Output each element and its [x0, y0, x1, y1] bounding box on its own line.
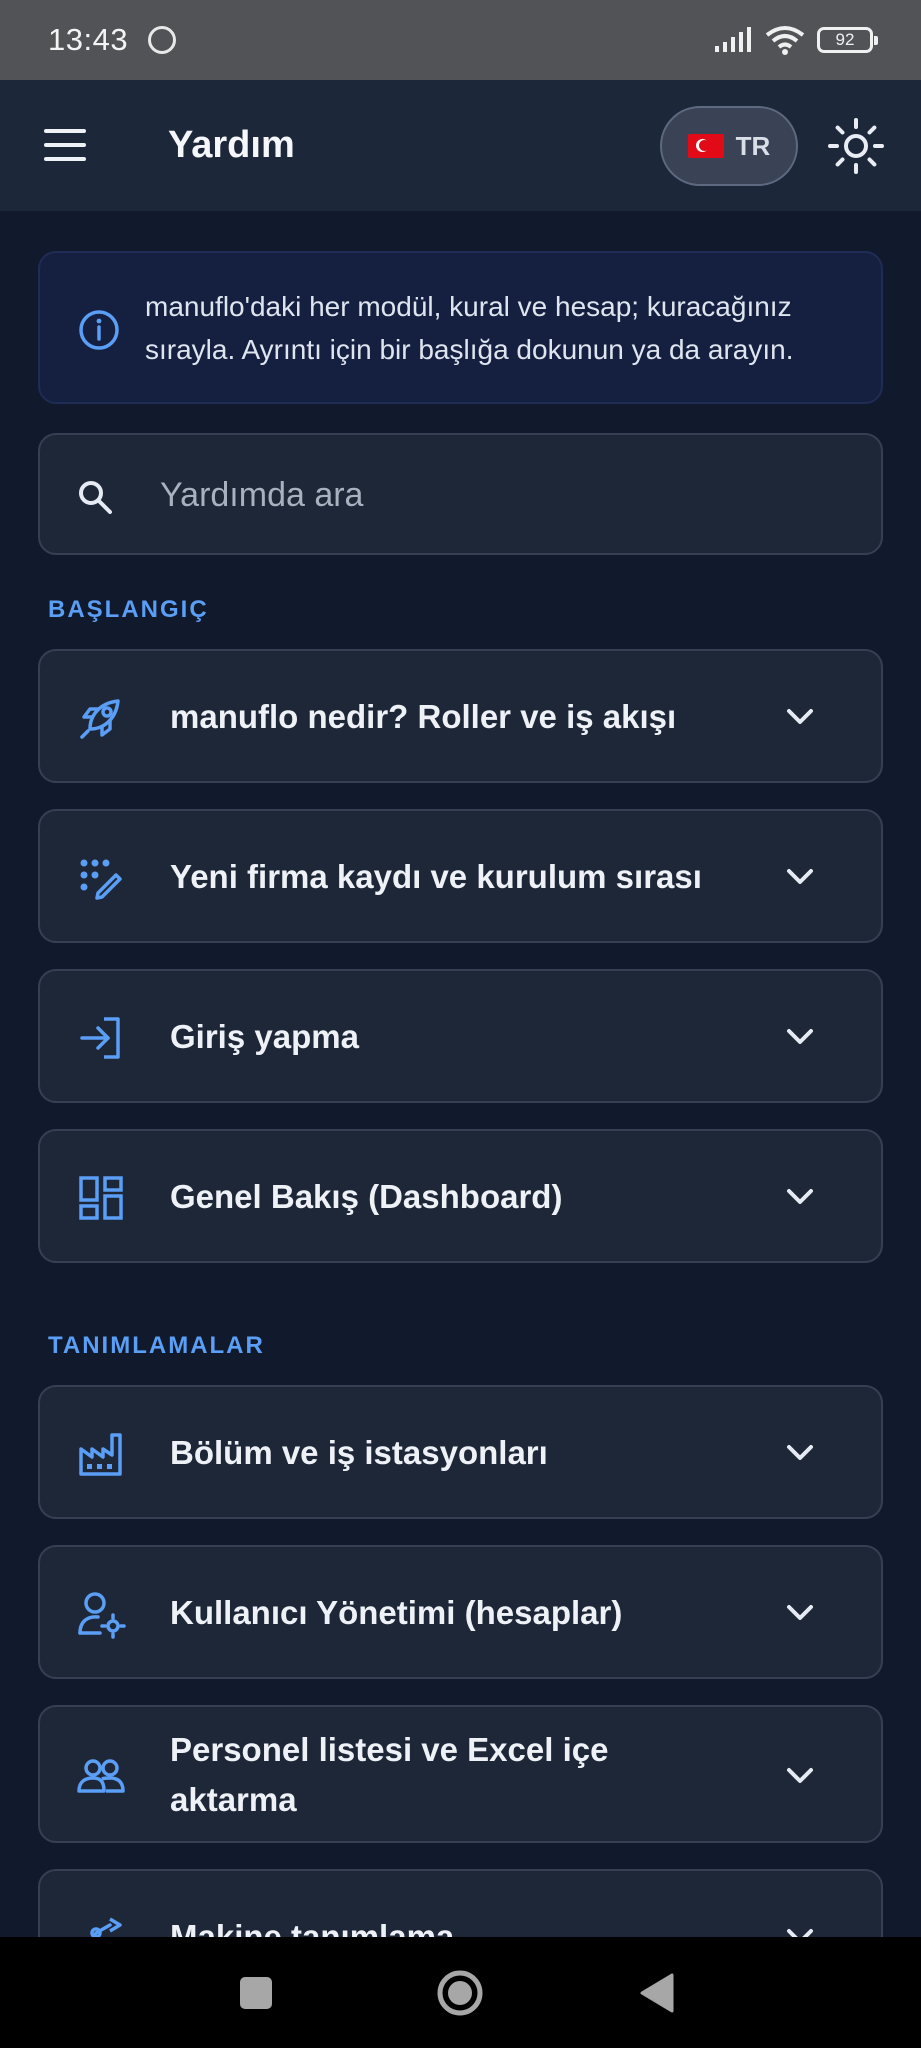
language-label: TR — [735, 130, 771, 161]
chevron-down-icon[interactable] — [780, 697, 820, 737]
status-bar: 13:43 92 — [0, 0, 921, 80]
machine-icon — [90, 1917, 122, 1937]
home-button[interactable] — [430, 1963, 490, 2023]
page-title: Yardım — [168, 124, 295, 166]
dashboard-icon — [79, 1176, 123, 1220]
help-item-label: Bölüm ve iş istasyonları — [170, 1434, 548, 1471]
chevron-down-icon[interactable] — [780, 1433, 820, 1473]
search-icon — [79, 481, 112, 514]
login-icon — [80, 1017, 120, 1059]
help-item-label: Genel Bakış (Dashboard) — [170, 1178, 563, 1215]
wifi-icon — [765, 26, 805, 55]
help-item-company-setup[interactable]: Yeni firma kaydı ve kurulum sırası — [38, 809, 883, 943]
chevron-down-icon[interactable] — [780, 857, 820, 897]
help-item-departments[interactable]: Bölüm ve iş istasyonları — [38, 1385, 883, 1519]
chevron-down-icon[interactable] — [780, 1017, 820, 1057]
help-item-label: Kullanıcı Yönetimi (hesaplar) — [170, 1594, 623, 1631]
back-button[interactable] — [632, 1967, 684, 2019]
dots-edit-icon — [80, 859, 122, 900]
signal-icon — [715, 27, 751, 52]
recents-button[interactable] — [230, 1967, 282, 2019]
help-item-machines[interactable]: Makine tanımlama — [38, 1869, 883, 1937]
notification-icon — [148, 26, 177, 54]
chevron-down-icon[interactable] — [780, 1593, 820, 1633]
section-title-baslangic: BAŞLANGIÇ — [48, 596, 209, 623]
chevron-down-icon[interactable] — [780, 1177, 820, 1217]
language-button[interactable]: TR — [660, 106, 798, 186]
help-item-label: Yeni firma kaydı ve kurulum sırası — [170, 858, 702, 895]
menu-button[interactable] — [42, 127, 88, 163]
app-bar: Yardım TR — [0, 80, 921, 211]
search-input[interactable] — [160, 455, 860, 535]
people-icon — [77, 1759, 125, 1793]
user-gear-icon — [78, 1592, 126, 1639]
help-item-label: Personel listesi ve Excel içe aktarma — [170, 1731, 609, 1818]
system-nav-bar — [0, 1937, 921, 2048]
chevron-down-icon[interactable] — [780, 1756, 820, 1796]
battery-level: 92 — [835, 30, 855, 49]
status-time: 13:43 — [48, 22, 129, 57]
section-title-tanimlamalar: TANIMLAMALAR — [48, 1332, 265, 1359]
turkey-flag-icon — [687, 134, 724, 158]
info-banner: manuflo'daki her modül, kural ve hesap; … — [38, 251, 883, 404]
help-item-user-management[interactable]: Kullanıcı Yönetimi (hesaplar) — [38, 1545, 883, 1679]
chevron-down-icon[interactable] — [780, 1917, 820, 1937]
help-item-label: Makine tanımlama — [170, 1918, 455, 1937]
rocket-icon — [80, 699, 120, 739]
help-item-label: Giriş yapma — [170, 1018, 359, 1055]
theme-toggle-sun-icon[interactable] — [826, 116, 886, 176]
info-text: manuflo'daki her modül, kural ve hesap; … — [145, 291, 794, 365]
help-content[interactable]: manuflo'daki her modül, kural ve hesap; … — [0, 211, 921, 1937]
battery-icon: 92 — [817, 27, 878, 53]
help-item-login[interactable]: Giriş yapma — [38, 969, 883, 1103]
help-item-label: manuflo nedir? Roller ve iş akışı — [170, 698, 677, 735]
info-icon — [79, 310, 119, 350]
help-item-what-is-manuflo[interactable]: manuflo nedir? Roller ve iş akışı — [38, 649, 883, 783]
factory-icon — [79, 1433, 122, 1476]
search-bar[interactable] — [38, 433, 883, 555]
help-item-dashboard[interactable]: Genel Bakış (Dashboard) — [38, 1129, 883, 1263]
help-item-personnel-list[interactable]: Personel listesi ve Excel içe aktarma — [38, 1705, 883, 1843]
